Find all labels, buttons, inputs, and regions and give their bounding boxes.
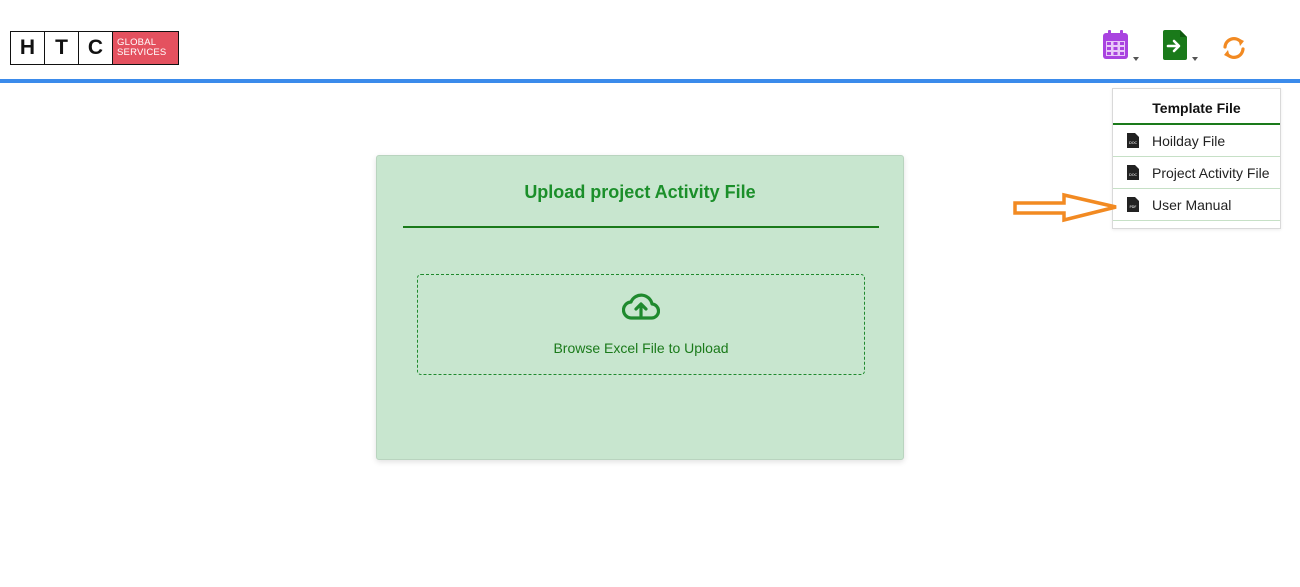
upload-card: Upload project Activity File Browse Exce…: [376, 155, 904, 460]
upload-card-title: Upload project Activity File: [524, 182, 756, 202]
dropzone-label: Browse Excel File to Upload: [553, 340, 729, 356]
header-accent-bar: [0, 79, 1300, 83]
file-export-icon: [1163, 30, 1188, 65]
htc-logo[interactable]: H T C GLOBAL SERVICES: [10, 31, 179, 65]
calendar-icon: [1102, 30, 1129, 65]
template-file-menu-title: Template File: [1113, 89, 1280, 125]
header: H T C GLOBAL SERVICES: [0, 0, 1300, 83]
menu-item-label: User Manual: [1152, 196, 1232, 213]
logo-brand-line2: SERVICES: [117, 47, 167, 58]
menu-item-label: Hoilday File: [1152, 132, 1226, 149]
svg-text:DOC: DOC: [1129, 141, 1138, 145]
menu-item-holiday-file[interactable]: DOC Hoilday File: [1113, 125, 1280, 157]
file-dropzone[interactable]: Browse Excel File to Upload: [417, 274, 865, 375]
template-file-dropdown-button[interactable]: [1163, 30, 1198, 65]
calendar-dropdown-button[interactable]: [1102, 30, 1139, 65]
logo-letter: C: [78, 31, 112, 65]
menu-item-project-activity-file[interactable]: DOC Project Activity File: [1113, 157, 1280, 189]
doc-file-icon: DOC: [1127, 165, 1139, 180]
menu-item-user-manual[interactable]: PDF User Manual: [1113, 189, 1280, 221]
refresh-button[interactable]: [1220, 36, 1248, 65]
logo-brand: GLOBAL SERVICES: [112, 31, 179, 65]
template-file-menu: Template File DOC Hoilday File DOC Proje…: [1112, 88, 1281, 229]
cloud-upload-icon: [621, 293, 661, 326]
arrow-right-icon: [1012, 192, 1120, 229]
menu-item-label: Project Activity File: [1152, 164, 1270, 181]
refresh-icon: [1220, 36, 1248, 65]
doc-file-icon: DOC: [1127, 133, 1139, 148]
svg-text:DOC: DOC: [1129, 173, 1138, 177]
logo-letter: H: [10, 31, 44, 65]
chevron-down-icon: [1192, 57, 1198, 61]
divider: [403, 226, 879, 228]
svg-text:PDF: PDF: [1129, 205, 1136, 209]
logo-letter: T: [44, 31, 78, 65]
chevron-down-icon: [1133, 57, 1139, 61]
pdf-file-icon: PDF: [1127, 197, 1139, 212]
